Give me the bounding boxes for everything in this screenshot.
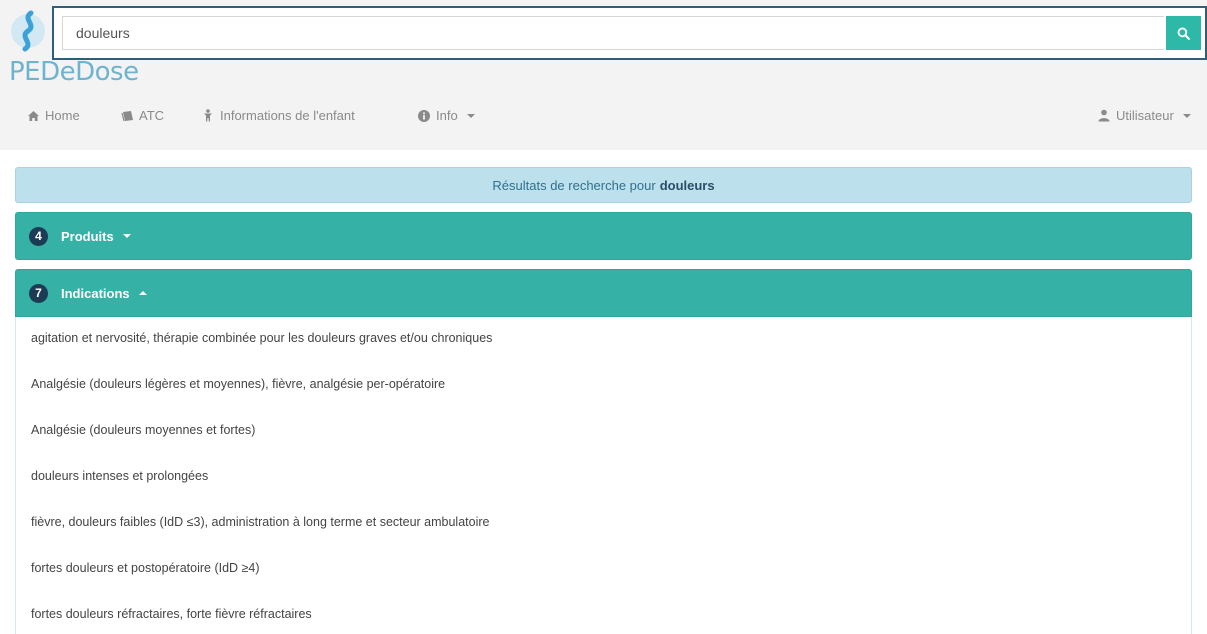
results-prefix: Résultats de recherche pour xyxy=(492,177,656,193)
indication-item[interactable]: Analgésie (douleurs moyennes et fortes) xyxy=(31,423,255,437)
logo-icon xyxy=(11,10,45,52)
chevron-down-icon xyxy=(466,113,475,118)
indications-list: agitation et nervosité, thérapie combiné… xyxy=(15,317,1192,634)
nav-home-label: Home xyxy=(45,108,80,123)
nav-info-dropdown[interactable]: Info xyxy=(417,108,475,123)
brand-logo-text: PEDeDose xyxy=(9,57,139,87)
indication-item[interactable]: agitation et nervosité, thérapie combiné… xyxy=(31,331,492,345)
produits-count-badge: 4 xyxy=(29,226,48,246)
results-term: douleurs xyxy=(659,177,715,193)
top-header: PEDeDose Home ATC Informations xyxy=(0,0,1207,150)
produits-panel-header[interactable]: 4 Produits xyxy=(15,212,1192,260)
nav-atc[interactable]: ATC xyxy=(120,108,164,123)
nav-user-dropdown[interactable]: Utilisateur xyxy=(1097,108,1191,123)
book-icon xyxy=(120,109,134,123)
indication-item[interactable]: fortes douleurs et postopératoire (IdD ≥… xyxy=(31,561,260,575)
indication-item[interactable]: fièvre, douleurs faibles (IdD ≤3), admin… xyxy=(31,515,489,529)
search-bar xyxy=(52,6,1207,60)
info-icon xyxy=(417,109,431,123)
nav-atc-label: ATC xyxy=(139,108,165,123)
indications-panel-header[interactable]: 7 Indications xyxy=(15,269,1192,317)
produits-panel-title: Produits xyxy=(61,228,114,244)
nav-info-label: Info xyxy=(436,108,458,123)
user-icon xyxy=(1097,109,1111,123)
search-button[interactable] xyxy=(1166,16,1201,50)
nav-user-label: Utilisateur xyxy=(1116,108,1174,123)
search-input[interactable] xyxy=(62,16,1164,50)
indication-item[interactable]: Analgésie (douleurs légères et moyennes)… xyxy=(31,377,445,391)
chevron-down-icon xyxy=(1182,113,1191,118)
chevron-down-icon xyxy=(122,234,131,238)
indication-item[interactable]: douleurs intenses et prolongées xyxy=(31,469,208,483)
nav-child-info-label: Informations de l'enfant xyxy=(220,108,355,123)
nav-home[interactable]: Home xyxy=(26,108,80,123)
indications-count-badge: 7 xyxy=(29,283,48,303)
home-icon xyxy=(26,109,40,123)
chevron-up-icon xyxy=(138,291,147,295)
search-results-banner: Résultats de recherche pour douleurs xyxy=(15,167,1192,203)
nav-child-info[interactable]: Informations de l'enfant xyxy=(201,108,355,123)
indications-panel-title: Indications xyxy=(61,285,130,301)
child-icon xyxy=(201,109,215,123)
indication-item[interactable]: fortes douleurs réfractaires, forte fièv… xyxy=(31,607,312,621)
search-icon xyxy=(1177,27,1190,40)
main-nav: Home ATC Informations de l'enfant Info U… xyxy=(0,108,1207,130)
